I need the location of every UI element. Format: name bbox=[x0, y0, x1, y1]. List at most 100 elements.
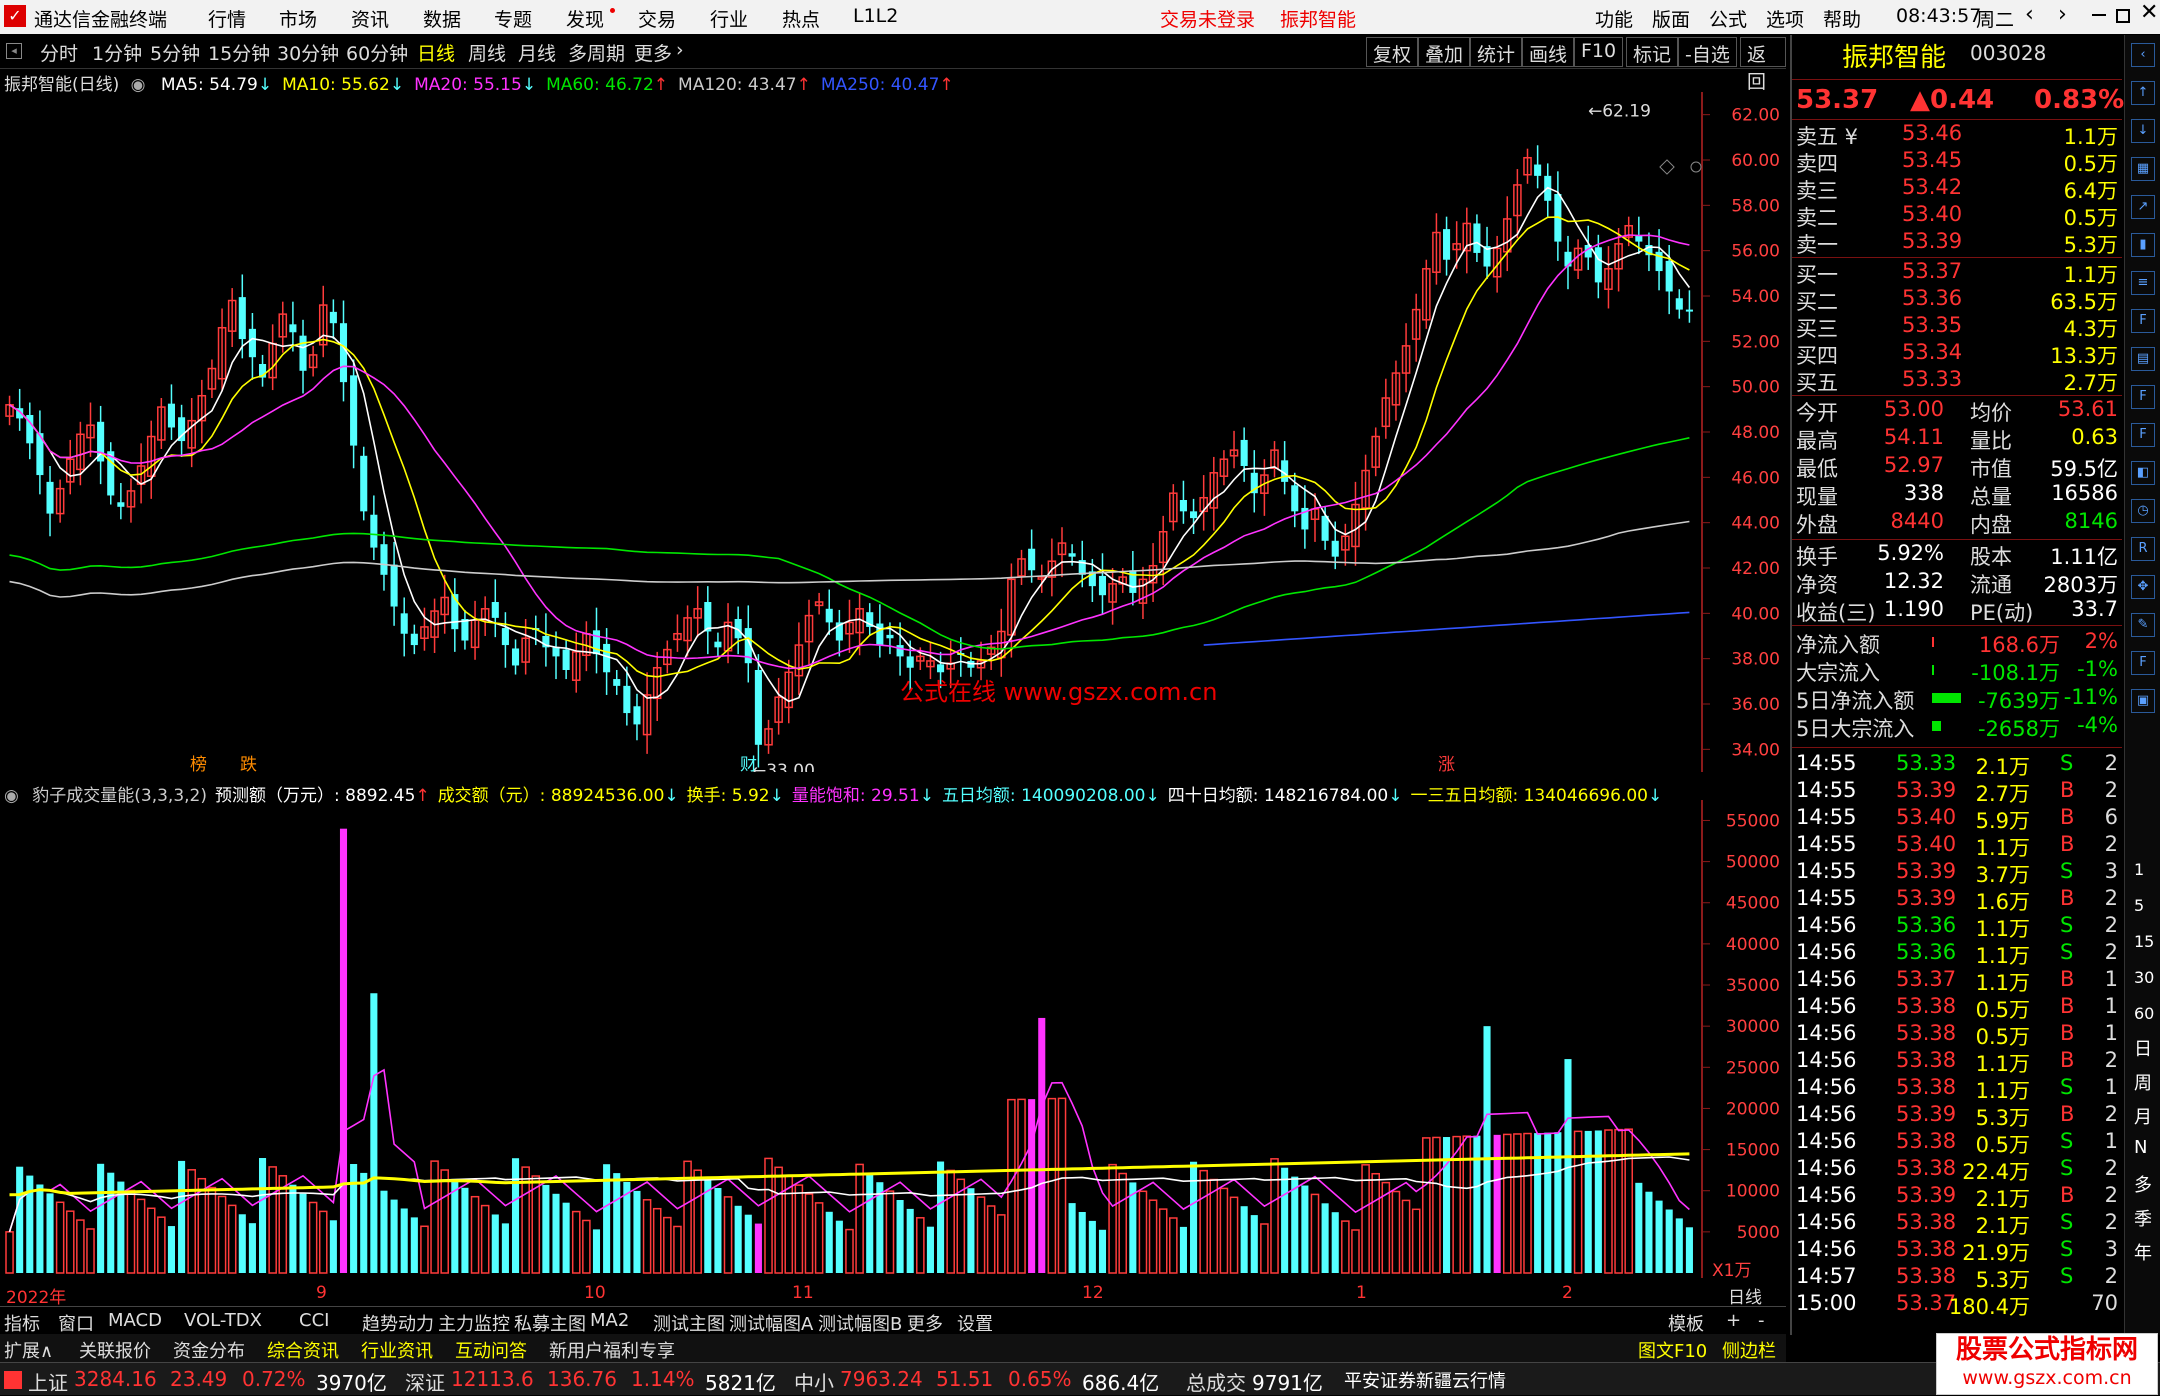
menu-zhuanti[interactable]: 专题 bbox=[494, 5, 532, 32]
menu-shuju[interactable]: 数据 bbox=[423, 5, 461, 32]
up-arrow-icon[interactable]: ↑ bbox=[2131, 81, 2155, 105]
bottom-tab-6[interactable]: 新用户福利专享 bbox=[549, 1337, 675, 1363]
tile-icon[interactable]: ▤ bbox=[2131, 347, 2155, 371]
menu-hangye[interactable]: 行业 bbox=[710, 5, 748, 32]
period-tool-4[interactable]: 多 bbox=[2134, 1171, 2152, 1197]
menu-banmian[interactable]: 版面 bbox=[1652, 5, 1690, 32]
bottom-tab-0[interactable]: 扩展∧ bbox=[4, 1337, 53, 1363]
candlestick-chart[interactable]: 62.00 60.00 58.00 56.00 54.00 52.00 50.00 48.00… bbox=[0, 92, 1786, 772]
period-tool-6[interactable]: 年 bbox=[2134, 1239, 2152, 1265]
toolbar-biaoji[interactable]: 标记 bbox=[1626, 37, 1679, 67]
toolbar-zixuan[interactable]: -自选 bbox=[1678, 37, 1737, 67]
period-tool-2[interactable]: 月 bbox=[2134, 1103, 2152, 1129]
f2-icon[interactable]: F bbox=[2131, 423, 2155, 447]
toolbar-huaxian[interactable]: 画线 bbox=[1522, 37, 1575, 67]
period-30min[interactable]: 30分钟 bbox=[277, 39, 339, 66]
expand-icon[interactable]: ‹ bbox=[2131, 43, 2155, 67]
minute-period-60[interactable]: 60 bbox=[2134, 1004, 2154, 1023]
period-1min[interactable]: 1分钟 bbox=[92, 39, 142, 66]
period-15min[interactable]: 15分钟 bbox=[208, 39, 270, 66]
minute-period-30[interactable]: 30 bbox=[2134, 968, 2154, 987]
circle-icon[interactable] bbox=[1690, 161, 1702, 173]
event-marker-2[interactable]: 财 bbox=[740, 755, 757, 772]
indicator-tab-12[interactable]: 更多 bbox=[907, 1310, 943, 1336]
indicator-tab-1[interactable]: 窗口 bbox=[58, 1310, 94, 1336]
chip-icon[interactable]: ◧ bbox=[2131, 461, 2155, 485]
close-icon[interactable]: ✕ bbox=[2140, 0, 2158, 25]
nav-forward-icon[interactable]: › bbox=[2058, 2, 2067, 27]
volume-chart[interactable]: 55000 50000 45000 40000 35000 30000 25000 20000… bbox=[0, 800, 1786, 1278]
move-icon[interactable]: ✥ bbox=[2131, 575, 2155, 599]
menu-l1l2[interactable]: L1L2 bbox=[853, 5, 898, 27]
menu-gongneng[interactable]: 功能 bbox=[1595, 5, 1633, 32]
minute-period-1[interactable]: 1 bbox=[2134, 860, 2144, 879]
period-monthly[interactable]: 月线 bbox=[518, 39, 556, 66]
toolbar-diejia[interactable]: 叠加 bbox=[1418, 37, 1471, 67]
period-multi[interactable]: 多周期 bbox=[568, 39, 625, 66]
pen-icon[interactable]: ✎ bbox=[2131, 613, 2155, 637]
tab-right-1[interactable]: + bbox=[1726, 1310, 1741, 1331]
period-tool-1[interactable]: 周 bbox=[2134, 1069, 2152, 1095]
period-tool-0[interactable]: 日 bbox=[2134, 1035, 2152, 1061]
index-name-1[interactable]: 深证 bbox=[405, 1367, 445, 1396]
bottom-tab-5[interactable]: 互动问答 bbox=[455, 1337, 527, 1363]
f10-icon[interactable]: F bbox=[2131, 385, 2155, 409]
minimize-icon[interactable] bbox=[2092, 14, 2106, 16]
indicator-tab-7[interactable]: 私募主图 bbox=[514, 1310, 586, 1336]
stock-name-link[interactable]: 振邦智能 bbox=[1280, 5, 1356, 32]
event-marker-3[interactable]: 涨 bbox=[1438, 755, 1455, 772]
line-chart-icon[interactable]: ↗ bbox=[2131, 195, 2155, 219]
list-icon[interactable]: ≡ bbox=[2131, 271, 2155, 295]
menu-jiaoyi[interactable]: 交易 bbox=[638, 5, 676, 32]
period-more[interactable]: 更多 bbox=[634, 39, 672, 66]
indicator-tab-13[interactable]: 设置 bbox=[957, 1310, 993, 1336]
menu-faxian[interactable]: 发现 bbox=[566, 5, 604, 32]
bottom-tab-4[interactable]: 行业资讯 bbox=[361, 1337, 433, 1363]
bottom-tab-1[interactable]: 关联报价 bbox=[79, 1337, 151, 1363]
indicator-tab-11[interactable]: 测试幅图B bbox=[818, 1310, 902, 1336]
period-tool-5[interactable]: 季 bbox=[2134, 1205, 2152, 1231]
clock-icon[interactable]: ◷ bbox=[2131, 499, 2155, 523]
collapse-icon[interactable]: ◂ bbox=[6, 43, 22, 59]
period-60min[interactable]: 60分钟 bbox=[346, 39, 408, 66]
toolbar-fanhui[interactable]: 返回 bbox=[1740, 37, 1786, 93]
index-name-2[interactable]: 中小 bbox=[794, 1367, 834, 1396]
restore-icon[interactable] bbox=[2116, 9, 2130, 23]
rsi-icon[interactable]: R bbox=[2131, 537, 2155, 561]
fund-icon[interactable]: F bbox=[2131, 309, 2155, 333]
period-weekly[interactable]: 周线 bbox=[468, 39, 506, 66]
toolbar-f10[interactable]: F10 bbox=[1574, 37, 1624, 67]
period-daily[interactable]: 日线 bbox=[417, 39, 455, 66]
toolbar-tongji[interactable]: 统计 bbox=[1470, 37, 1523, 67]
minute-period-5[interactable]: 5 bbox=[2134, 896, 2144, 915]
event-marker-1[interactable]: 跌 bbox=[240, 755, 257, 772]
indicator-tab-0[interactable]: 指标 bbox=[4, 1310, 40, 1336]
event-marker-0[interactable]: 榜 bbox=[190, 755, 207, 772]
layout-icon[interactable]: ▣ bbox=[2131, 689, 2155, 713]
indicator-tab-9[interactable]: 测试主图 bbox=[653, 1310, 725, 1336]
menu-bangzhu[interactable]: 帮助 bbox=[1823, 5, 1861, 32]
bottom-tab-2[interactable]: 资金分布 bbox=[173, 1337, 245, 1363]
menu-redian[interactable]: 热点 bbox=[782, 5, 820, 32]
menu-zixun[interactable]: 资讯 bbox=[351, 5, 389, 32]
indicator-tab-4[interactable]: CCI bbox=[299, 1310, 329, 1331]
down-arrow-icon[interactable]: ↓ bbox=[2131, 119, 2155, 143]
period-5min[interactable]: 5分钟 bbox=[150, 39, 200, 66]
indicator-tab-8[interactable]: MA2 bbox=[590, 1310, 629, 1331]
indicator-tab-10[interactable]: 测试幅图A bbox=[729, 1310, 813, 1336]
indicator-tab-2[interactable]: MACD bbox=[108, 1310, 162, 1331]
bottom-tab-3[interactable]: 综合资讯 bbox=[267, 1337, 339, 1363]
quote-name[interactable]: 振邦智能 bbox=[1842, 37, 1946, 74]
tab-right-0[interactable]: 模板 bbox=[1668, 1310, 1704, 1336]
indicator-tab-6[interactable]: 主力监控 bbox=[438, 1310, 510, 1336]
menu-gongshi[interactable]: 公式 bbox=[1709, 5, 1747, 32]
trade-login-link[interactable]: 交易未登录 bbox=[1160, 5, 1255, 32]
menu-shichang[interactable]: 市场 bbox=[279, 5, 317, 32]
minute-period-15[interactable]: 15 bbox=[2134, 932, 2154, 951]
more-chevron-icon[interactable]: › bbox=[676, 39, 684, 61]
indicator-tab-5[interactable]: 趋势动力 bbox=[362, 1310, 434, 1336]
period-tool-3[interactable]: N bbox=[2134, 1137, 2147, 1158]
period-fenshi[interactable]: 分时 bbox=[40, 39, 78, 66]
menu-hangqing[interactable]: 行情 bbox=[208, 5, 246, 32]
nav-back-icon[interactable]: ‹ bbox=[2025, 2, 2034, 27]
